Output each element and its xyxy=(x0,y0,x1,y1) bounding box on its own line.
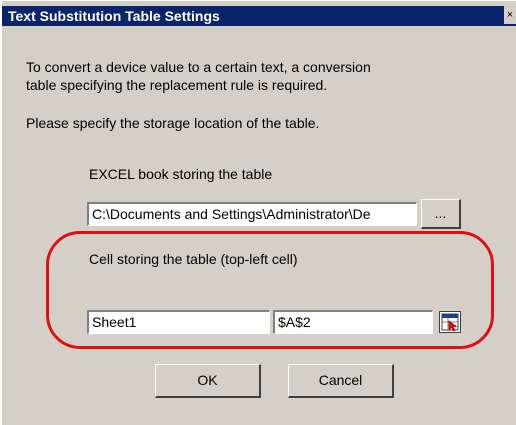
intro-text-line3: Please specify the storage location of t… xyxy=(26,115,320,131)
intro-text-line1: To convert a device value to a certain t… xyxy=(26,59,371,75)
close-button[interactable]: × xyxy=(504,6,516,24)
excel-book-label: EXCEL book storing the table xyxy=(89,166,273,182)
cancel-button[interactable]: Cancel xyxy=(288,364,394,398)
intro-text-line2: table specifying the replacement rule is… xyxy=(26,77,328,93)
excel-book-path-input[interactable]: C:\Documents and Settings\Administrator\… xyxy=(87,202,417,226)
cell-address-input[interactable]: $A$2 xyxy=(273,310,433,334)
settings-dialog: Text Substitution Table Settings × To co… xyxy=(0,0,516,425)
cell-label: Cell storing the table (top-left cell) xyxy=(89,251,298,267)
browse-button[interactable]: ... xyxy=(421,199,461,229)
ok-button[interactable]: OK xyxy=(155,364,261,398)
cell-picker-icon[interactable] xyxy=(439,311,461,333)
dialog-title: Text Substitution Table Settings xyxy=(2,6,516,26)
sheet-name-input[interactable]: Sheet1 xyxy=(87,310,270,334)
